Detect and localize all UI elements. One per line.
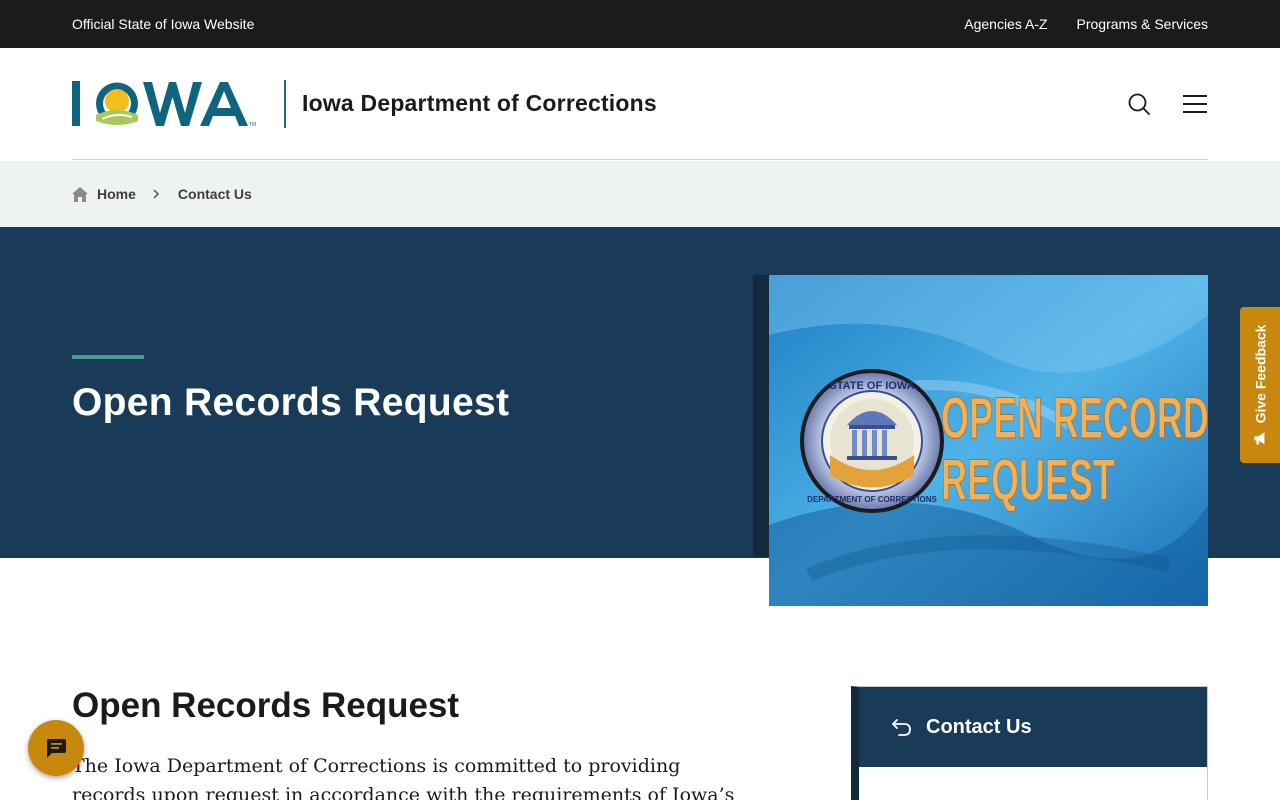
- contact-us-title: Contact Us: [926, 715, 1032, 738]
- breadcrumb: Home Contact Us: [0, 161, 1280, 227]
- search-icon: [1128, 93, 1150, 115]
- open-records-image: STATE OF IOWA DEPARTMENT OF CORRECTIONS …: [769, 275, 1208, 606]
- logo-divider: [284, 79, 286, 128]
- iowa-logo[interactable]: TM: [72, 79, 272, 129]
- hero-image-shadow: [753, 275, 769, 557]
- chevron-right-icon: [152, 189, 160, 199]
- image-headline-line1: OPEN RECORDS: [941, 386, 1208, 451]
- megaphone-icon: [1254, 432, 1265, 445]
- site-header: TM Iowa Department of Corrections: [0, 48, 1280, 161]
- header-actions: [1126, 91, 1208, 117]
- breadcrumb-home[interactable]: Home: [72, 186, 136, 202]
- seal-bottom-text: DEPARTMENT OF CORRECTIONS: [807, 495, 937, 504]
- programs-services-link[interactable]: Programs & Services: [1077, 16, 1208, 32]
- hamburger-menu-icon: [1183, 94, 1207, 113]
- hero-accent-line: [72, 355, 144, 359]
- content-intro-paragraph: The Iowa Department of Corrections is co…: [72, 755, 735, 800]
- svg-text:TM: TM: [249, 122, 256, 128]
- menu-button[interactable]: [1182, 91, 1208, 117]
- image-headline-line2: REQUEST: [941, 448, 1115, 513]
- official-site-bar: Official State of Iowa Website Agencies …: [0, 0, 1280, 48]
- return-arrow-icon: [892, 719, 911, 736]
- agencies-a-z-link[interactable]: Agencies A-Z: [964, 16, 1047, 32]
- chat-bubble-icon: [47, 739, 66, 758]
- chat-button[interactable]: [28, 720, 84, 776]
- contact-us-card: Contact Us: [851, 686, 1208, 800]
- give-feedback-label: Give Feedback: [1252, 324, 1269, 424]
- contact-us-header[interactable]: Contact Us: [859, 687, 1207, 767]
- official-site-label: Official State of Iowa Website: [72, 16, 255, 32]
- utility-links: Agencies A-Z Programs & Services: [964, 16, 1208, 32]
- breadcrumb-current[interactable]: Contact Us: [178, 186, 252, 202]
- search-button[interactable]: [1126, 91, 1152, 117]
- breadcrumb-home-label: Home: [97, 186, 136, 202]
- give-feedback-tab[interactable]: Give Feedback: [1240, 307, 1280, 463]
- hero-title: Open Records Request: [72, 381, 510, 424]
- home-icon: [72, 186, 88, 202]
- seal-top-text: STATE OF IOWA: [829, 380, 914, 392]
- iowa-logo-mark: TM: [72, 80, 256, 128]
- department-name: Iowa Department of Corrections: [302, 90, 657, 116]
- content-title: Open Records Request: [72, 686, 460, 725]
